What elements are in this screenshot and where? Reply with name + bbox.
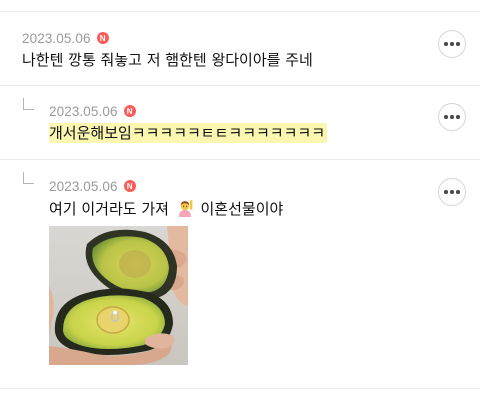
more-options-icon — [444, 42, 448, 46]
more-options-button[interactable] — [438, 178, 466, 206]
comment-text: 개서운해보임ㅋㅋㅋㅋㅋㅌㅌㅋㅋㅋㅋㅋㅋㅋ — [49, 122, 328, 144]
new-badge-icon: N — [96, 32, 109, 44]
comment-item: 2023.05.06 N 나한텐 깡통 줘놓고 저 햄한텐 왕다이아를 주네 — [0, 12, 480, 85]
attachment-photo[interactable] — [49, 226, 188, 365]
comment-meta: 2023.05.06 N — [49, 178, 136, 194]
reply-arrow-icon — [23, 98, 34, 110]
comment-meta: 2023.05.06 N — [22, 30, 109, 46]
more-options-button[interactable] — [438, 30, 466, 58]
new-badge-icon: N — [123, 180, 136, 192]
more-options-button[interactable] — [438, 103, 466, 131]
more-options-icon-dot — [450, 42, 454, 46]
more-options-icon-dot — [450, 115, 454, 119]
comment-text-part: 이혼선물이야 — [200, 200, 284, 218]
more-options-icon-dot — [456, 190, 460, 194]
more-options-icon-dot — [450, 190, 454, 194]
comment-text-part: 여기 이거라도 가져 — [49, 200, 169, 218]
comment-date: 2023.05.06 — [22, 30, 91, 46]
reply-arrow-icon — [23, 172, 34, 184]
comment-text-highlight: 개서운해보임ㅋㅋㅋㅋㅋㅌㅌㅋㅋㅋㅋㅋㅋㅋ — [49, 123, 328, 143]
comment-meta: 2023.05.06 N — [49, 103, 136, 119]
more-options-icon — [444, 115, 448, 119]
comment-text: 여기 이거라도 가져 이혼선물이야 — [49, 198, 283, 220]
comment-text: 나한텐 깡통 줘놓고 저 햄한텐 왕다이아를 주네 — [22, 51, 313, 69]
divider-bottom — [0, 388, 480, 389]
more-options-icon — [444, 190, 448, 194]
more-options-icon-dot — [456, 115, 460, 119]
more-options-icon-dot — [456, 42, 460, 46]
comment-date: 2023.05.06 — [49, 103, 118, 119]
new-badge-icon: N — [123, 105, 136, 117]
person-raising-hand-emoji — [178, 200, 193, 217]
comment-item-reply: 2023.05.06 N 개서운해보임ㅋㅋㅋㅋㅋㅌㅌㅋㅋㅋㅋㅋㅋㅋ — [0, 86, 480, 159]
comment-date: 2023.05.06 — [49, 178, 118, 194]
